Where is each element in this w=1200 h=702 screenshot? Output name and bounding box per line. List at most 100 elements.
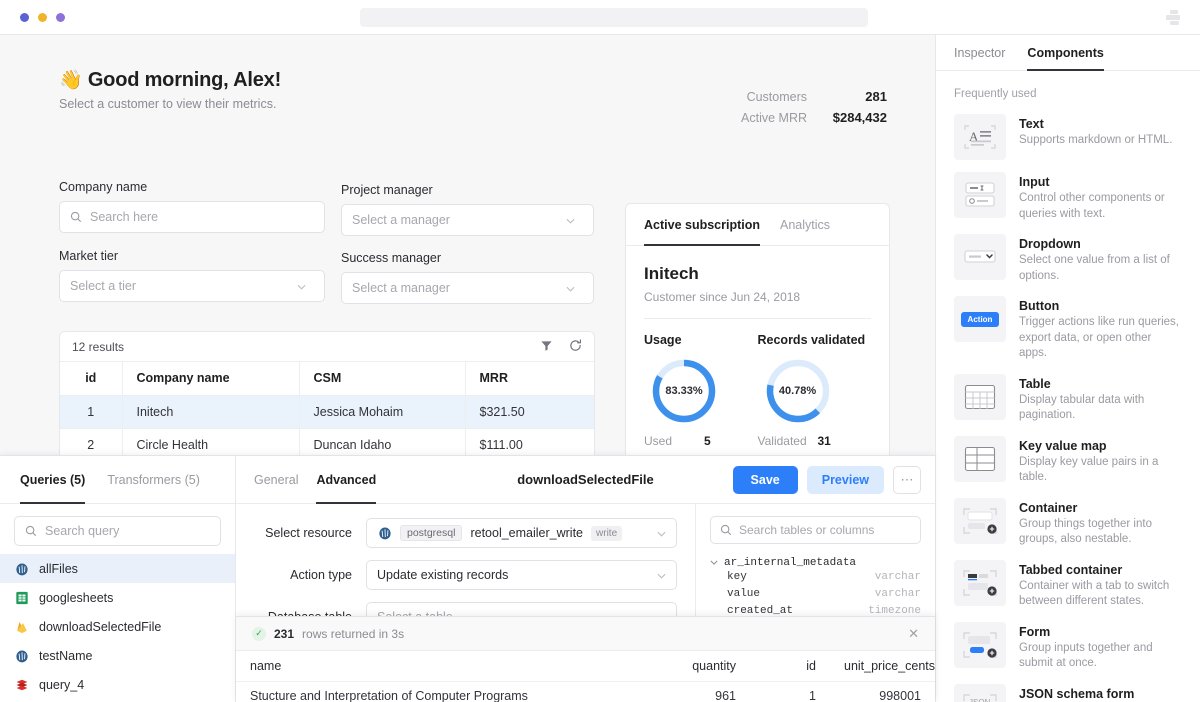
component-item-button[interactable]: Action Button Trigger actions like run q… [936,290,1200,368]
chevron-down-icon [566,213,583,227]
layout-icon[interactable] [1162,8,1184,28]
tab-inspector[interactable]: Inspector [954,35,1005,71]
results-column-id[interactable]: id [750,651,830,681]
component-desc: Container with a tab to switch between d… [1019,579,1182,610]
schema-column[interactable]: key varchar [710,571,921,588]
component-title: JSON schema form [1019,687,1182,701]
components-section-label: Frequently used [936,71,1200,108]
schema-column-name: value [727,588,760,605]
preview-button[interactable]: Preview [807,466,884,494]
component-item-dropdown[interactable]: Dropdown Select one value from a list of… [936,228,1200,290]
column-header-company-name[interactable]: Company name [122,362,299,395]
market-tier-select[interactable]: Select a tier [59,270,325,302]
customer-detail-card: Active subscription Analytics Initech Cu… [625,203,890,455]
results-column-quantity[interactable]: quantity [640,651,750,681]
form-component-icon [954,622,1006,668]
tab-general[interactable]: General [254,456,298,504]
records-stat-validated-key: Validated [758,434,818,448]
table-row[interactable]: Stucture and Interpretation of Computer … [236,681,935,702]
component-item-key-value-map[interactable]: Key value map Display key value pairs in… [936,430,1200,492]
tab-transformers[interactable]: Transformers (5) [107,456,200,504]
tab-active-subscription[interactable]: Active subscription [644,204,760,246]
component-item-form[interactable]: Form Group inputs together and submit at… [936,616,1200,678]
titlebar-search-field[interactable] [360,8,868,27]
success-check-icon: ✓ [252,627,266,641]
window-dot-1[interactable] [20,13,29,22]
tab-advanced[interactable]: Advanced [316,456,376,504]
tab-components[interactable]: Components [1027,35,1103,71]
tab-queries[interactable]: Queries (5) [20,456,85,504]
more-options-icon[interactable]: ⋯ [893,466,921,494]
query-item-label: googlesheets [39,591,113,605]
component-desc: Supports markdown or HTML. [1019,133,1172,149]
results-header-row: name quantity id unit_price_cents [236,651,935,681]
search-input[interactable]: Search here [59,201,325,233]
schema-column-name: key [727,571,747,588]
window-dot-2[interactable] [38,13,47,22]
window-dot-3[interactable] [56,13,65,22]
resource-select[interactable]: postgresql retool_emailer_write write [366,518,677,548]
table-row[interactable]: 1 Initech Jessica Mohaim $321.50 [60,395,594,428]
action-type-select[interactable]: Update existing records [366,560,677,590]
filter-market-tier-label: Market tier [59,249,325,263]
component-item-tabbed-container[interactable]: Tabbed container Container with a tab to… [936,554,1200,616]
query-item-allfiles[interactable]: allFiles [0,554,235,583]
page-subtitle: Select a customer to view their metrics. [59,97,276,111]
chevron-down-icon[interactable] [710,557,718,569]
success-manager-select-placeholder: Select a manager [352,281,450,295]
query-item-downloadselectedfile[interactable]: downloadSelectedFile [0,612,235,641]
table-row[interactable]: 2 Circle Health Duncan Idaho $111.00 [60,428,594,455]
filter-success-manager-label: Success manager [341,251,594,265]
usage-donut-chart: 83.33% [650,357,718,425]
component-item-json-schema-form[interactable]: JSON JSON schema form Generate forms fro… [936,678,1200,702]
window-controls[interactable] [20,13,65,22]
input-component-icon [954,172,1006,218]
project-manager-select-placeholder: Select a manager [352,213,450,227]
component-item-table[interactable]: Table Display tabular data with paginati… [936,368,1200,430]
project-manager-select[interactable]: Select a manager [341,204,594,236]
kpi-group: Customers 281 Active MRR $284,432 [741,89,887,131]
refresh-icon[interactable] [569,339,582,355]
schema-column-type: varchar [875,571,921,588]
tab-analytics[interactable]: Analytics [780,204,830,246]
column-header-mrr[interactable]: MRR [465,362,594,395]
query-results-table[interactable]: name quantity id unit_price_cents Stuctu… [236,651,935,702]
component-title: Container [1019,501,1182,515]
component-desc: Select one value from a list of options. [1019,253,1182,284]
cell-id: 1 [750,681,830,702]
customers-table[interactable]: id Company name CSM MRR 1 Initech Jessic… [60,362,594,455]
query-item-query-4[interactable]: query_4 [0,670,235,699]
component-item-container[interactable]: Container Group things together into gro… [936,492,1200,554]
records-donut-value: 40.78% [764,357,832,425]
column-header-csm[interactable]: CSM [299,362,465,395]
component-item-text[interactable]: A Text Supports markdown or HTML. [936,108,1200,166]
schema-column-type: varchar [875,588,921,605]
save-button[interactable]: Save [733,466,798,494]
text-component-icon: A [954,114,1006,160]
filter-icon[interactable] [540,339,553,355]
query-search-input[interactable]: Search query [14,516,221,546]
customers-table-toolbar: 12 results [60,332,594,362]
success-manager-select[interactable]: Select a manager [341,272,594,304]
schema-search-input[interactable]: Search tables or columns [710,516,921,544]
results-column-name[interactable]: name [236,651,640,681]
close-icon[interactable]: ✕ [908,626,919,642]
chevron-down-icon [657,568,666,582]
component-title: Text [1019,117,1172,131]
query-item-googlesheets[interactable]: googlesheets [0,583,235,612]
results-column-unit-price-cents[interactable]: unit_price_cents [830,651,935,681]
field-label: Select resource [254,526,366,540]
svg-text:JSON: JSON [969,698,991,702]
component-item-input[interactable]: Input Control other components or querie… [936,166,1200,228]
component-desc: Group things together into groups, also … [1019,517,1182,548]
kpi-customers: Customers 281 [741,89,887,104]
kpi-active-mrr-value: $284,432 [825,110,887,125]
query-search-placeholder: Search query [45,524,119,538]
records-stat-validated: Validated 31 [758,434,872,448]
usage-stat-used-key: Used [644,434,704,448]
column-header-id[interactable]: id [60,362,122,395]
query-item-testname[interactable]: testName [0,641,235,670]
schema-table-node[interactable]: ar_internal_metadata [710,554,921,571]
schema-column[interactable]: value varchar [710,588,921,605]
action-type-value: Update existing records [377,568,508,582]
